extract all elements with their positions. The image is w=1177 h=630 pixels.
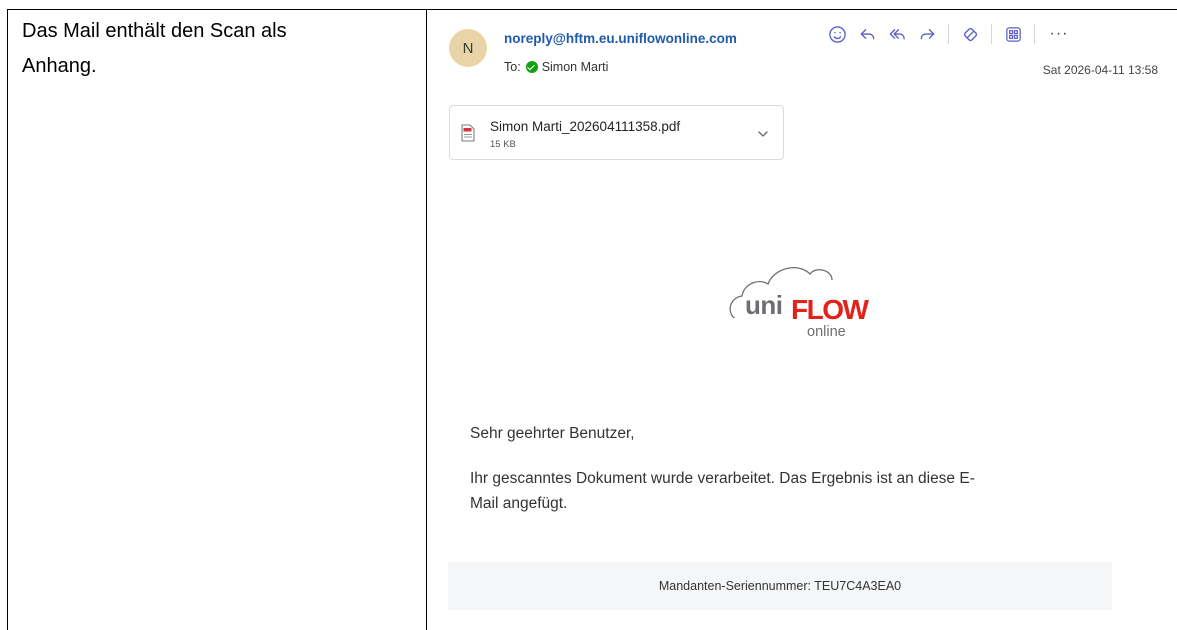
reply-all-icon[interactable] xyxy=(882,22,912,46)
apps-icon[interactable] xyxy=(998,22,1028,46)
email-paragraph: Ihr gescanntes Dokument wurde verarbeite… xyxy=(470,466,1120,516)
table-column-divider xyxy=(426,9,427,630)
toolbar-divider xyxy=(1034,24,1035,44)
attachment-size: 15 KB xyxy=(490,139,516,150)
logo-uni-text: uni xyxy=(745,290,783,320)
logo-flow-text: FLOW xyxy=(791,294,869,325)
serial-number-footer: Mandanten-Seriennummer: TEU7C4A3EA0 xyxy=(448,562,1112,610)
caption-line-2: Anhang. xyxy=(22,55,97,77)
presence-available-icon xyxy=(525,61,538,73)
recipient-row: To: Simon Marti xyxy=(504,60,608,74)
reply-icon[interactable] xyxy=(852,22,882,46)
attachment-card[interactable]: Simon Marti_202604111358.pdf 15 KB xyxy=(449,105,784,160)
table-border-top xyxy=(7,9,1177,10)
caption-text: Das Mail enthält den Scan als Anhang. xyxy=(22,14,412,84)
toolbar-divider xyxy=(948,24,949,44)
link-icon[interactable] xyxy=(955,22,985,46)
message-toolbar: ··· xyxy=(822,22,1077,46)
email-datetime: Sat 2026-04-11 13:58 xyxy=(1042,63,1158,77)
more-icon[interactable]: ··· xyxy=(1041,22,1077,46)
email-greeting: Sehr geehrter Benutzer, xyxy=(470,425,635,442)
recipient-name[interactable]: Simon Marti xyxy=(542,60,609,74)
sender-address[interactable]: noreply@hftm.eu.uniflowonline.com xyxy=(504,31,737,46)
forward-icon[interactable] xyxy=(912,22,942,46)
email-paragraph-line-1: Ihr gescanntes Dokument wurde verarbeite… xyxy=(470,470,975,487)
pdf-file-icon xyxy=(461,124,475,142)
smiley-icon[interactable] xyxy=(822,22,852,46)
logo-online-text: online xyxy=(807,324,846,340)
to-label: To: xyxy=(504,60,521,74)
chevron-down-icon[interactable] xyxy=(757,128,769,140)
uniflow-logo: uni FLOW online xyxy=(720,258,880,348)
email-paragraph-line-2: Mail angefügt. xyxy=(470,495,568,512)
sender-avatar[interactable]: N xyxy=(449,29,487,67)
table-border-left xyxy=(7,9,8,630)
caption-line-1: Das Mail enthält den Scan als xyxy=(22,20,287,42)
attachment-filename: Simon Marti_202604111358.pdf xyxy=(490,119,681,134)
toolbar-divider xyxy=(991,24,992,44)
